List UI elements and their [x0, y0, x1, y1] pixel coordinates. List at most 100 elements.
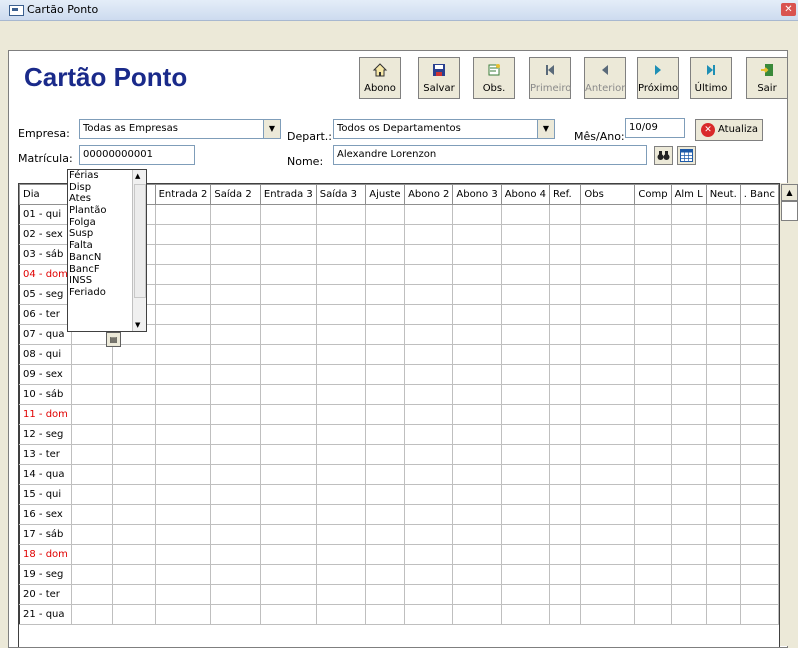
grid-cell[interactable]	[500, 584, 551, 605]
grid-cell[interactable]	[315, 324, 367, 345]
grid-cell[interactable]	[500, 404, 551, 425]
grid-cell[interactable]	[112, 384, 156, 405]
grid-cell[interactable]	[739, 384, 779, 405]
grid-cell[interactable]	[154, 564, 212, 585]
grid-cell[interactable]	[112, 344, 156, 365]
grid-cell[interactable]	[404, 264, 454, 285]
grid-cell[interactable]	[634, 444, 672, 465]
grid-cell[interactable]	[365, 384, 406, 405]
grid-cell[interactable]	[548, 584, 582, 605]
grid-cell[interactable]	[365, 504, 406, 525]
grid-cell[interactable]	[210, 584, 261, 605]
grid-cell[interactable]	[634, 344, 672, 365]
grid-cell[interactable]	[580, 564, 636, 585]
grid-cell[interactable]	[580, 324, 636, 345]
grid-cell[interactable]	[580, 404, 636, 425]
dropdown-scroll-thumb[interactable]	[134, 184, 146, 298]
grid-cell[interactable]	[739, 204, 779, 225]
grid-cell[interactable]	[452, 604, 502, 625]
grid-cell[interactable]	[548, 464, 582, 485]
grid-cell[interactable]	[70, 344, 114, 365]
grid-cell[interactable]	[365, 604, 406, 625]
grid-cell[interactable]	[548, 204, 582, 225]
grid-cell[interactable]	[634, 544, 672, 565]
grid-cell[interactable]	[670, 364, 707, 385]
grid-cell[interactable]	[670, 444, 707, 465]
grid-cell[interactable]	[670, 504, 707, 525]
grid-cell[interactable]	[112, 564, 156, 585]
grid-cell[interactable]	[548, 304, 582, 325]
grid-cell[interactable]	[315, 504, 367, 525]
grid-cell[interactable]	[315, 564, 367, 585]
grid-cell[interactable]	[315, 464, 367, 485]
grid-cell[interactable]	[315, 344, 367, 365]
grid-cell[interactable]	[315, 264, 367, 285]
grid-cell[interactable]	[404, 324, 454, 345]
grid-cell[interactable]	[634, 604, 672, 625]
grid-cell[interactable]	[452, 424, 502, 445]
grid-cell[interactable]	[705, 304, 741, 325]
grid-cell[interactable]	[404, 244, 454, 265]
grid-cell[interactable]	[210, 544, 261, 565]
grid-cell[interactable]	[259, 384, 317, 405]
grid-header-8[interactable]: Abono 2	[404, 184, 454, 205]
grid-cell[interactable]	[705, 484, 741, 505]
grid-cell[interactable]	[154, 464, 212, 485]
grid-cell[interactable]	[452, 464, 502, 485]
grid-cell[interactable]	[452, 244, 502, 265]
grid-cell[interactable]	[670, 324, 707, 345]
grid-cell[interactable]	[315, 404, 367, 425]
grid-cell[interactable]	[365, 564, 406, 585]
grid-cell[interactable]	[634, 304, 672, 325]
grid-cell[interactable]	[670, 404, 707, 425]
grid-cell[interactable]	[705, 404, 741, 425]
grid-cell[interactable]	[404, 304, 454, 325]
primeiro-button[interactable]: Primeiro	[529, 57, 571, 99]
grid-header-0[interactable]: Dia	[19, 184, 72, 205]
grid-cell[interactable]	[580, 304, 636, 325]
grid-cell[interactable]	[705, 424, 741, 445]
grid-cell[interactable]	[259, 524, 317, 545]
grid-cell[interactable]	[259, 544, 317, 565]
grid-cell[interactable]	[500, 264, 551, 285]
grid-cell[interactable]	[154, 544, 212, 565]
grid-cell[interactable]	[365, 464, 406, 485]
grid-cell[interactable]	[210, 344, 261, 365]
grid-cell[interactable]	[315, 604, 367, 625]
grid-cell[interactable]	[580, 204, 636, 225]
grid-cell[interactable]	[315, 524, 367, 545]
grid-cell[interactable]	[70, 484, 114, 505]
grid-cell[interactable]	[634, 284, 672, 305]
grid-cell[interactable]	[580, 344, 636, 365]
grid-cell[interactable]	[404, 544, 454, 565]
grid-cell[interactable]	[259, 424, 317, 445]
grid-cell[interactable]	[210, 384, 261, 405]
grid-cell[interactable]	[315, 544, 367, 565]
scroll-up-icon[interactable]: ▲	[781, 184, 798, 201]
grid-cell[interactable]	[739, 264, 779, 285]
grid-cell[interactable]	[634, 224, 672, 245]
binoculars-search-button[interactable]	[654, 146, 673, 165]
grid-cell[interactable]	[548, 424, 582, 445]
grid-cell[interactable]	[154, 444, 212, 465]
grid-cell[interactable]	[154, 424, 212, 445]
grid-cell[interactable]	[70, 424, 114, 445]
grid-cell[interactable]	[452, 224, 502, 245]
grid-cell[interactable]	[154, 604, 212, 625]
dropdown-item[interactable]: BancN	[69, 252, 133, 264]
grid-cell[interactable]	[670, 424, 707, 445]
grid-cell[interactable]	[500, 244, 551, 265]
grid-cell[interactable]	[315, 224, 367, 245]
grid-cell[interactable]	[210, 364, 261, 385]
grid-cell[interactable]	[365, 264, 406, 285]
grid-cell[interactable]	[634, 404, 672, 425]
grid-cell[interactable]	[739, 364, 779, 385]
grid-cell[interactable]	[670, 244, 707, 265]
grid-cell[interactable]	[634, 324, 672, 345]
grid-cell[interactable]	[70, 564, 114, 585]
grid-cell[interactable]	[670, 484, 707, 505]
grid-cell[interactable]	[705, 224, 741, 245]
grid-cell[interactable]	[210, 284, 261, 305]
grid-cell[interactable]	[548, 264, 582, 285]
grid-cell[interactable]	[404, 484, 454, 505]
